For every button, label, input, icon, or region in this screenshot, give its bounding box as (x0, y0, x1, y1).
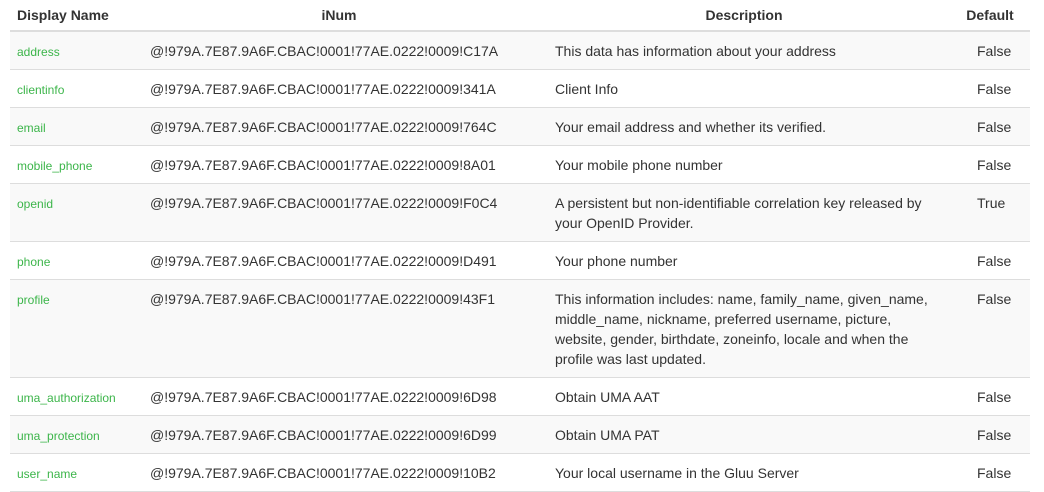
table-body: address @!979A.7E87.9A6F.CBAC!0001!77AE.… (10, 31, 1030, 492)
cell-description: This information includes: name, family_… (538, 279, 950, 378)
scopes-page: Display Name iNum Description Default ad… (0, 0, 1044, 492)
cell-default: True (950, 183, 1030, 242)
scope-link[interactable]: phone (17, 254, 50, 270)
cell-default: False (950, 415, 1030, 454)
table-row: openid @!979A.7E87.9A6F.CBAC!0001!77AE.0… (10, 183, 1030, 242)
scope-link[interactable]: uma_authorization (17, 390, 116, 406)
cell-default: False (950, 107, 1030, 146)
scope-link[interactable]: profile (17, 292, 50, 308)
cell-inum: @!979A.7E87.9A6F.CBAC!0001!77AE.0222!000… (140, 145, 538, 184)
cell-inum: @!979A.7E87.9A6F.CBAC!0001!77AE.0222!000… (140, 453, 538, 492)
cell-default: False (950, 279, 1030, 378)
scope-link[interactable]: clientinfo (17, 82, 64, 98)
cell-default: False (977, 43, 1012, 59)
cell-display-name: mobile_phone (10, 145, 140, 184)
cell-display-name: email (10, 107, 140, 146)
scope-link[interactable]: address (17, 44, 60, 60)
scopes-table: Display Name iNum Description Default ad… (10, 0, 1030, 492)
cell-description: Your email address and whether its verif… (538, 107, 950, 146)
cell-inum: @!979A.7E87.9A6F.CBAC!0001!77AE.0222!000… (140, 415, 538, 454)
cell-description: Your phone number (538, 241, 950, 280)
table-header: Display Name iNum Description Default (10, 0, 1030, 32)
cell-inum: @!979A.7E87.9A6F.CBAC!0001!77AE.0222!000… (140, 279, 538, 378)
cell-description: This data has information about your add… (555, 43, 836, 59)
table-row: email @!979A.7E87.9A6F.CBAC!0001!77AE.02… (10, 107, 1030, 146)
cell-description: Client Info (538, 69, 950, 108)
table-row: address @!979A.7E87.9A6F.CBAC!0001!77AE.… (10, 31, 1030, 70)
scope-link[interactable]: email (17, 120, 46, 136)
header-row: Display Name iNum Description Default (10, 0, 1030, 32)
scope-link[interactable]: user_name (17, 466, 77, 482)
cell-inum: @!979A.7E87.9A6F.CBAC!0001!77AE.0222!000… (140, 69, 538, 108)
cell-description: A persistent but non-identifiable correl… (538, 183, 950, 242)
scope-link[interactable]: uma_protection (17, 428, 100, 444)
cell-description: Obtain UMA PAT (538, 415, 950, 454)
scope-link[interactable]: mobile_phone (17, 158, 92, 174)
cell-default: False (950, 241, 1030, 280)
cell-inum: @!979A.7E87.9A6F.CBAC!0001!77AE.0222!000… (150, 43, 499, 59)
table-row: user_name @!979A.7E87.9A6F.CBAC!0001!77A… (10, 453, 1030, 492)
cell-default: False (950, 377, 1030, 416)
cell-display-name: profile (10, 279, 140, 378)
cell-inum: @!979A.7E87.9A6F.CBAC!0001!77AE.0222!000… (140, 241, 538, 280)
cell-display-name: user_name (10, 453, 140, 492)
table-row: mobile_phone @!979A.7E87.9A6F.CBAC!0001!… (10, 145, 1030, 184)
table-row: uma_authorization @!979A.7E87.9A6F.CBAC!… (10, 377, 1030, 416)
cell-description: Obtain UMA AAT (538, 377, 950, 416)
cell-display-name: clientinfo (10, 69, 140, 108)
column-header-default[interactable]: Default (950, 0, 1030, 32)
cell-inum: @!979A.7E87.9A6F.CBAC!0001!77AE.0222!000… (140, 377, 538, 416)
table-row: uma_protection @!979A.7E87.9A6F.CBAC!000… (10, 415, 1030, 454)
cell-default: False (950, 69, 1030, 108)
cell-description: Your local username in the Gluu Server (538, 453, 950, 492)
column-header-display-name[interactable]: Display Name (10, 0, 140, 32)
cell-inum: @!979A.7E87.9A6F.CBAC!0001!77AE.0222!000… (140, 183, 538, 242)
cell-inum: @!979A.7E87.9A6F.CBAC!0001!77AE.0222!000… (140, 107, 538, 146)
cell-display-name: phone (10, 241, 140, 280)
table-row: clientinfo @!979A.7E87.9A6F.CBAC!0001!77… (10, 69, 1030, 108)
column-header-inum[interactable]: iNum (140, 0, 538, 32)
cell-display-name: uma_protection (10, 415, 140, 454)
cell-display-name: uma_authorization (10, 377, 140, 416)
scope-link[interactable]: openid (17, 196, 53, 212)
cell-display-name: address (10, 31, 140, 70)
column-header-description[interactable]: Description (538, 0, 950, 32)
cell-default: False (950, 145, 1030, 184)
cell-description: Your mobile phone number (538, 145, 950, 184)
table-row: profile @!979A.7E87.9A6F.CBAC!0001!77AE.… (10, 279, 1030, 378)
cell-default: False (950, 453, 1030, 492)
table-row: phone @!979A.7E87.9A6F.CBAC!0001!77AE.02… (10, 241, 1030, 280)
cell-display-name: openid (10, 183, 140, 242)
